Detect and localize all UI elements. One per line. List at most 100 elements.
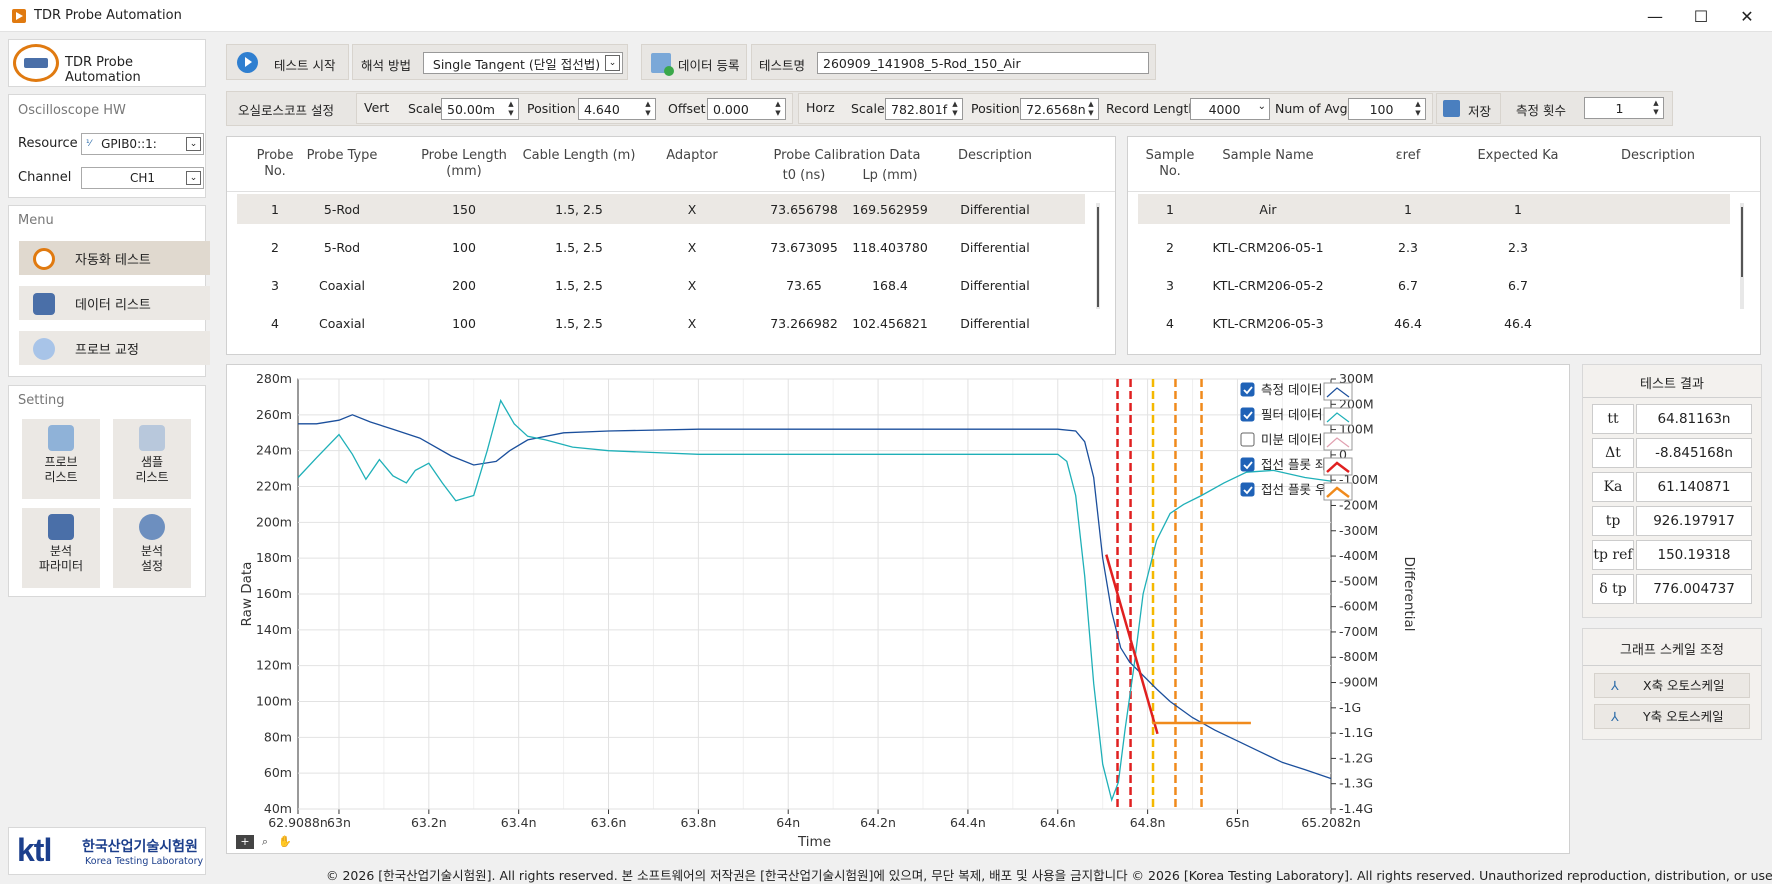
x-tick-label: 64.4n — [950, 815, 986, 830]
probe-cell-cable: 1.5, 2.5 — [555, 201, 603, 217]
probe-cell-lp: 169.562959 — [852, 201, 928, 217]
y-tick-label: 40m — [264, 801, 292, 816]
horz-position-input[interactable]: 72.6568n ▲ ▼ — [1020, 98, 1099, 120]
sample-cell-no: 4 — [1166, 315, 1174, 331]
sample-list-button[interactable]: 샘플 리스트 — [113, 419, 191, 499]
y-autoscale-button[interactable]: ⅄ Y축 오토스케일 — [1594, 704, 1750, 729]
result-key: Δt — [1592, 438, 1634, 468]
probe-table-row[interactable]: 1 5-Rod 150 1.5, 2.5 X 73.656798 169.562959 Dif… — [237, 194, 1085, 224]
col-sample-no: Sample No. — [1145, 148, 1195, 179]
result-value: -8.845168n — [1636, 438, 1752, 468]
horz-scale-input[interactable]: 782.801f ▲ ▼ — [885, 98, 963, 120]
ktl-name-en: Korea Testing Laboratory — [85, 856, 204, 867]
pan-tool-icon[interactable]: ✋ — [276, 835, 294, 849]
legend-checkbox[interactable] — [1240, 482, 1255, 497]
menu-item-automation-test[interactable]: 자동화 테스트 — [19, 241, 210, 275]
automation-icon — [33, 248, 55, 270]
y2-tick-label: -900M — [1339, 675, 1378, 690]
chart-tools: + ⌕ ✋ — [236, 835, 296, 851]
probe-cell-adaptor: X — [687, 277, 697, 293]
y2-tick-label: -1.2G — [1339, 750, 1373, 765]
analysis-setting-button[interactable]: 분석 설정 — [113, 508, 191, 588]
spin-arrows-icon: ▲ ▼ — [645, 100, 651, 117]
x-tick-label: 65.2082n — [1301, 815, 1361, 830]
sample-table-row[interactable]: 1 Air 1 1 — [1138, 194, 1730, 224]
sample-cell-eref: 1 — [1404, 201, 1412, 217]
legend-checkbox[interactable] — [1240, 457, 1255, 472]
legend-label: 접선 플롯 우 — [1261, 482, 1326, 497]
crosshair-tool-icon[interactable]: + — [236, 835, 254, 849]
channel-label: Channel — [18, 170, 72, 185]
start-test-button[interactable]: 테스트 시작 — [226, 44, 349, 80]
legend-checkbox[interactable] — [1240, 407, 1255, 422]
chart-panel: 62.9088n 63n 63.2n 63.4n 63.6n 63.8n 64n 64.2n 6… — [226, 364, 1570, 854]
save-button[interactable]: 저장 — [1436, 93, 1501, 124]
probe-table-row[interactable]: 4 Coaxial 100 1.5, 2.5 X 73.266982 102.456821 D… — [237, 308, 1085, 338]
sample-table-row[interactable]: 2 KTL-CRM206-05-1 2.3 2.3 — [1138, 232, 1730, 262]
vert-scale-input[interactable]: 50.00m ▲ ▼ — [441, 98, 519, 120]
test-name-input[interactable]: 260909_141908_5-Rod_150_Air — [817, 52, 1149, 74]
minimize-button[interactable]: — — [1632, 0, 1678, 32]
chevron-down-icon: ⌄ — [605, 55, 620, 71]
resource-select[interactable]: ⅟ GPIB0::1: ⌄ — [81, 133, 204, 155]
result-key: Ka — [1592, 472, 1634, 502]
probe-cell-length: 100 — [452, 315, 476, 331]
x-tick-label: 65n — [1226, 815, 1250, 830]
analysis-parameter-button[interactable]: 분석 파라미터 — [22, 508, 100, 588]
maximize-button[interactable]: ☐ — [1678, 0, 1724, 32]
probe-cell-cable: 1.5, 2.5 — [555, 239, 603, 255]
legend-label: 접선 플롯 좌 — [1261, 457, 1327, 472]
gpib-icon: ⅟ — [86, 139, 92, 149]
probe-cell-lp: 118.403780 — [852, 239, 928, 255]
sample-table-row[interactable]: 3 KTL-CRM206-05-2 6.7 6.7 — [1138, 270, 1730, 300]
col-expected-ka: Expected Ka — [1477, 148, 1559, 163]
spin-arrows-icon: ▲ ▼ — [1653, 99, 1659, 116]
probe-cell-desc: Differential — [960, 277, 1030, 293]
x-tick-label: 64.2n — [860, 815, 896, 830]
col-lp: Lp (mm) — [862, 168, 918, 183]
x-tick-label: 62.9088n — [268, 815, 328, 830]
y-tick-label: 240m — [256, 443, 292, 458]
probe-cell-length: 150 — [452, 201, 476, 217]
vert-position-input[interactable]: 4.640 ▲ ▼ — [578, 98, 656, 120]
legend-checkbox[interactable] — [1240, 382, 1255, 397]
x-autoscale-button[interactable]: ⅄ X축 오토스케일 — [1594, 673, 1750, 698]
probe-scrollbar[interactable] — [1096, 203, 1100, 309]
channel-select[interactable]: CH1 ⌄ — [81, 167, 204, 189]
test-name-box: 테스트명 260909_141908_5-Rod_150_Air — [751, 44, 1156, 80]
spin-arrows-icon: ▲ ▼ — [1088, 100, 1094, 117]
x-tick-label: 64.6n — [1040, 815, 1076, 830]
sample-scrollbar[interactable] — [1740, 203, 1744, 309]
sample-cell-name: KTL-CRM206-05-3 — [1212, 315, 1324, 331]
method-select[interactable]: Single Tangent (단일 접선법) ⌄ — [423, 52, 623, 74]
tdr-chart[interactable]: 62.9088n 63n 63.2n 63.4n 63.6n 63.8n 64n 64.2n 6… — [227, 365, 1571, 855]
result-row: tp 926.197917 — [1592, 506, 1752, 536]
col-sample-name: Sample Name — [1222, 148, 1314, 163]
osc-hw-title: Oscilloscope HW — [18, 103, 126, 118]
probe-table-row[interactable]: 2 5-Rod 100 1.5, 2.5 X 73.673095 118.403780 Dif… — [237, 232, 1085, 262]
zoom-tool-icon[interactable]: ⌕ — [256, 835, 274, 849]
register-data-button[interactable]: 데이터 등록 — [641, 44, 747, 80]
num-avg-input[interactable]: 100 ▲ ▼ — [1348, 98, 1426, 120]
legend-checkbox[interactable] — [1240, 432, 1255, 447]
menu-item-probe-calibration[interactable]: 프로브 교정 — [19, 331, 210, 365]
sample-cell-eref: 6.7 — [1398, 277, 1418, 293]
menu-item-data-list[interactable]: 데이터 리스트 — [19, 286, 210, 320]
record-length-select[interactable]: 4000 ⌄ — [1190, 98, 1270, 120]
offset-input[interactable]: 0.000 ▲ ▼ — [707, 98, 786, 120]
probe-table-row[interactable]: 3 Coaxial 200 1.5, 2.5 X 73.65 168.4 Differenti… — [237, 270, 1085, 300]
count-input[interactable]: 1 ▲ ▼ — [1584, 97, 1664, 119]
probe-list-button[interactable]: 프로브 리스트 — [22, 419, 100, 499]
close-button[interactable]: ✕ — [1724, 0, 1770, 32]
col-calibration: Probe Calibration Data — [773, 148, 921, 163]
y2-tick-label: -600M — [1339, 599, 1378, 614]
probe-cell-desc: Differential — [960, 201, 1030, 217]
analysis-icon — [139, 514, 165, 540]
result-value: 61.140871 — [1636, 472, 1752, 502]
legend-label: 측정 데이터 — [1261, 382, 1322, 397]
sample-table-row[interactable]: 4 KTL-CRM206-05-3 46.4 46.4 — [1138, 308, 1730, 338]
sample-cell-ka: 46.4 — [1504, 315, 1532, 331]
spin-arrows-icon: ▲ ▼ — [775, 100, 781, 117]
legend-label: 미분 데이터 — [1261, 432, 1322, 447]
x-tick-label: 63.8n — [680, 815, 716, 830]
